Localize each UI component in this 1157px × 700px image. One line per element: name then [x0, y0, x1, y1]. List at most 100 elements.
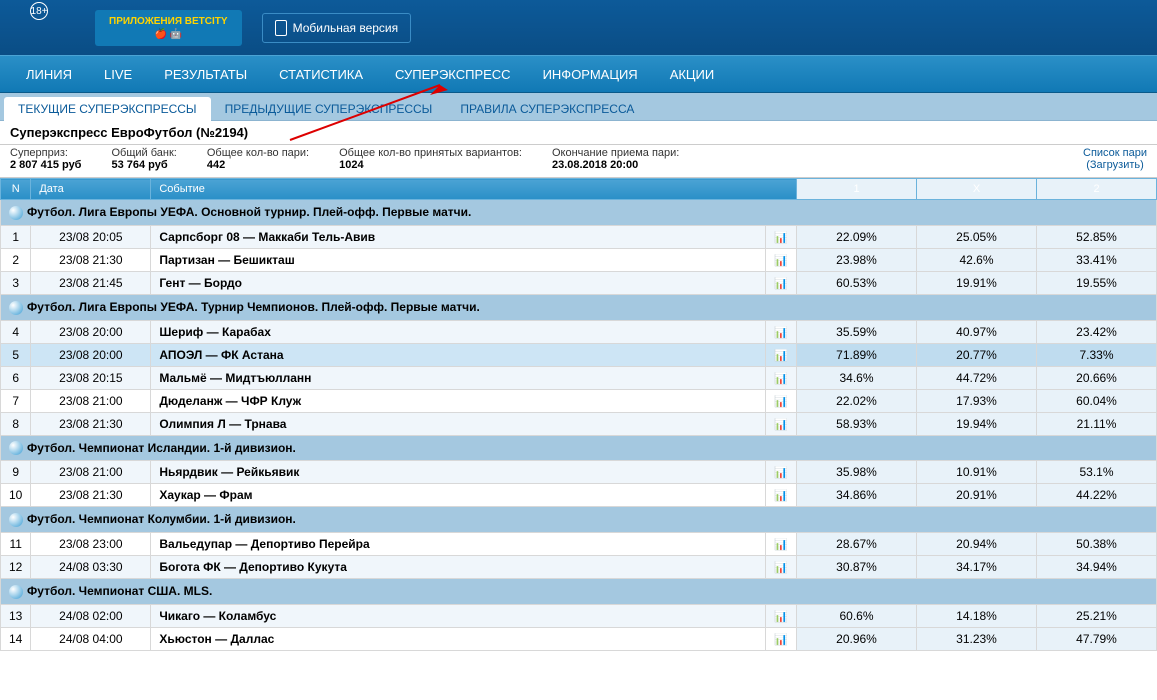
cell-odd-2[interactable]: 52.85% [1037, 225, 1157, 248]
table-row[interactable]: 923/08 21:00Ньярдвик — Рейкьявик📊35.98%1… [1, 461, 1157, 484]
stats-icon[interactable]: 📊 [766, 320, 797, 343]
cell-odd-x[interactable]: 19.94% [917, 412, 1037, 435]
cell-odd-1[interactable]: 71.89% [797, 343, 917, 366]
table-row[interactable]: 1123/08 23:00Вальедупар — Депортиво Пере… [1, 533, 1157, 556]
stats-icon[interactable]: 📊 [766, 628, 797, 651]
stats-icon[interactable]: 📊 [766, 248, 797, 271]
cell-odd-1[interactable]: 58.93% [797, 412, 917, 435]
th-n: N [1, 179, 31, 200]
pari-list-link[interactable]: Список пари [1083, 147, 1147, 159]
cell-odd-1[interactable]: 34.6% [797, 366, 917, 389]
cell-odd-2[interactable]: 53.1% [1037, 461, 1157, 484]
cell-odd-x[interactable]: 17.93% [917, 389, 1037, 412]
table-row[interactable]: 623/08 20:15Мальмё — Мидтъюлланн📊34.6%44… [1, 366, 1157, 389]
cell-odd-2[interactable]: 7.33% [1037, 343, 1157, 366]
cell-odd-2[interactable]: 20.66% [1037, 366, 1157, 389]
mobile-version-button[interactable]: Мобильная версия [262, 13, 412, 43]
cell-odd-x[interactable]: 19.91% [917, 271, 1037, 294]
nav-item-6[interactable]: АКЦИИ [654, 55, 731, 93]
table-row[interactable]: 1023/08 21:30Хаукар — Фрам📊34.86%20.91%4… [1, 484, 1157, 507]
cell-odd-x[interactable]: 10.91% [917, 461, 1037, 484]
cell-odd-1[interactable]: 60.53% [797, 271, 917, 294]
cell-odd-1[interactable]: 30.87% [797, 556, 917, 579]
cell-odd-1[interactable]: 34.86% [797, 484, 917, 507]
table-row[interactable]: 1324/08 02:00Чикаго — Коламбус📊60.6%14.1… [1, 605, 1157, 628]
cell-odd-x[interactable]: 42.6% [917, 248, 1037, 271]
cell-odd-x[interactable]: 44.72% [917, 366, 1037, 389]
nav-item-2[interactable]: РЕЗУЛЬТАТЫ [148, 55, 263, 93]
cell-odd-2[interactable]: 23.42% [1037, 320, 1157, 343]
cell-n: 13 [1, 605, 31, 628]
table-row[interactable]: 723/08 21:00Дюделанж — ЧФР Клуж📊22.02%17… [1, 389, 1157, 412]
cell-date: 23/08 23:00 [31, 533, 151, 556]
cell-odd-x[interactable]: 14.18% [917, 605, 1037, 628]
table-row[interactable]: 823/08 21:30Олимпия Л — Трнава📊58.93%19.… [1, 412, 1157, 435]
group-header: Футбол. Чемпионат США. MLS. [1, 579, 1157, 605]
cell-date: 24/08 04:00 [31, 628, 151, 651]
cell-odd-x[interactable]: 20.77% [917, 343, 1037, 366]
cell-odd-1[interactable]: 22.02% [797, 389, 917, 412]
table-row[interactable]: 423/08 20:00Шериф — Карабах📊35.59%40.97%… [1, 320, 1157, 343]
stats-icon[interactable]: 📊 [766, 605, 797, 628]
mobile-button-label: Мобильная версия [293, 21, 399, 35]
cell-odd-2[interactable]: 21.11% [1037, 412, 1157, 435]
table-row[interactable]: 1224/08 03:30Богота ФК — Депортиво Кукут… [1, 556, 1157, 579]
cell-odd-x[interactable]: 34.17% [917, 556, 1037, 579]
stats-icon[interactable]: 📊 [766, 461, 797, 484]
table-row[interactable]: 123/08 20:05Сарпсборг 08 — Маккаби Тель-… [1, 225, 1157, 248]
cell-odd-1[interactable]: 35.59% [797, 320, 917, 343]
table-row[interactable]: 523/08 20:00АПОЭЛ — ФК Астана📊71.89%20.7… [1, 343, 1157, 366]
football-icon [9, 441, 23, 455]
download-link[interactable]: (Загрузить) [1083, 159, 1147, 171]
table-row[interactable]: 223/08 21:30Партизан — Бешикташ📊23.98%42… [1, 248, 1157, 271]
stats-icon[interactable]: 📊 [766, 533, 797, 556]
stats-icon[interactable]: 📊 [766, 343, 797, 366]
stats-icon[interactable]: 📊 [766, 271, 797, 294]
cell-odd-1[interactable]: 35.98% [797, 461, 917, 484]
subnav-item-1[interactable]: ПРЕДЫДУЩИЕ СУПЕРЭКСПРЕССЫ [211, 97, 447, 121]
stats-icon[interactable]: 📊 [766, 389, 797, 412]
cell-odd-2[interactable]: 44.22% [1037, 484, 1157, 507]
info-bar: Суперприз: 2 807 415 руб Общий банк: 53 … [0, 145, 1157, 178]
nav-item-5[interactable]: ИНФОРМАЦИЯ [527, 55, 654, 93]
nav-item-1[interactable]: LIVE [88, 55, 148, 93]
subnav-item-0[interactable]: ТЕКУЩИЕ СУПЕРЭКСПРЕССЫ [4, 97, 211, 121]
table-row[interactable]: 1424/08 04:00Хьюстон — Даллас📊20.96%31.2… [1, 628, 1157, 651]
cell-odd-1[interactable]: 23.98% [797, 248, 917, 271]
subnav-item-2[interactable]: ПРАВИЛА СУПЕРЭКСПРЕССА [446, 97, 648, 121]
cell-odd-x[interactable]: 40.97% [917, 320, 1037, 343]
stats-icon[interactable]: 📊 [766, 484, 797, 507]
cell-date: 23/08 20:00 [31, 343, 151, 366]
cell-odd-1[interactable]: 28.67% [797, 533, 917, 556]
cell-odd-2[interactable]: 47.79% [1037, 628, 1157, 651]
cell-odd-x[interactable]: 20.91% [917, 484, 1037, 507]
cell-odd-1[interactable]: 20.96% [797, 628, 917, 651]
events-table: N Дата Событие 1 X 2 Футбол. Лига Европы… [0, 178, 1157, 651]
cell-odd-2[interactable]: 25.21% [1037, 605, 1157, 628]
nav-item-4[interactable]: СУПЕРЭКСПРЕСС [379, 55, 527, 93]
cell-odd-2[interactable]: 50.38% [1037, 533, 1157, 556]
cell-odd-2[interactable]: 34.94% [1037, 556, 1157, 579]
th-x[interactable]: X [917, 179, 1037, 200]
nav-item-3[interactable]: СТАТИСТИКА [263, 55, 379, 93]
cell-n: 9 [1, 461, 31, 484]
cell-odd-x[interactable]: 20.94% [917, 533, 1037, 556]
cell-odd-x[interactable]: 31.23% [917, 628, 1037, 651]
cell-event: Богота ФК — Депортиво Кукута [151, 556, 766, 579]
cell-odd-x[interactable]: 25.05% [917, 225, 1037, 248]
cell-odd-2[interactable]: 19.55% [1037, 271, 1157, 294]
app-download-button[interactable]: ПРИЛОЖЕНИЯ BETCITY 🍎 🤖 [95, 10, 242, 46]
stats-icon[interactable]: 📊 [766, 412, 797, 435]
cell-odd-2[interactable]: 33.41% [1037, 248, 1157, 271]
stats-icon[interactable]: 📊 [766, 225, 797, 248]
th-1[interactable]: 1 [797, 179, 917, 200]
cell-odd-1[interactable]: 60.6% [797, 605, 917, 628]
cell-odd-1[interactable]: 22.09% [797, 225, 917, 248]
stats-icon[interactable]: 📊 [766, 556, 797, 579]
stats-icon[interactable]: 📊 [766, 366, 797, 389]
cell-odd-2[interactable]: 60.04% [1037, 389, 1157, 412]
cell-event: АПОЭЛ — ФК Астана [151, 343, 766, 366]
nav-item-0[interactable]: ЛИНИЯ [10, 55, 88, 93]
table-row[interactable]: 323/08 21:45Гент — Бордо📊60.53%19.91%19.… [1, 271, 1157, 294]
th-2[interactable]: 2 [1037, 179, 1157, 200]
